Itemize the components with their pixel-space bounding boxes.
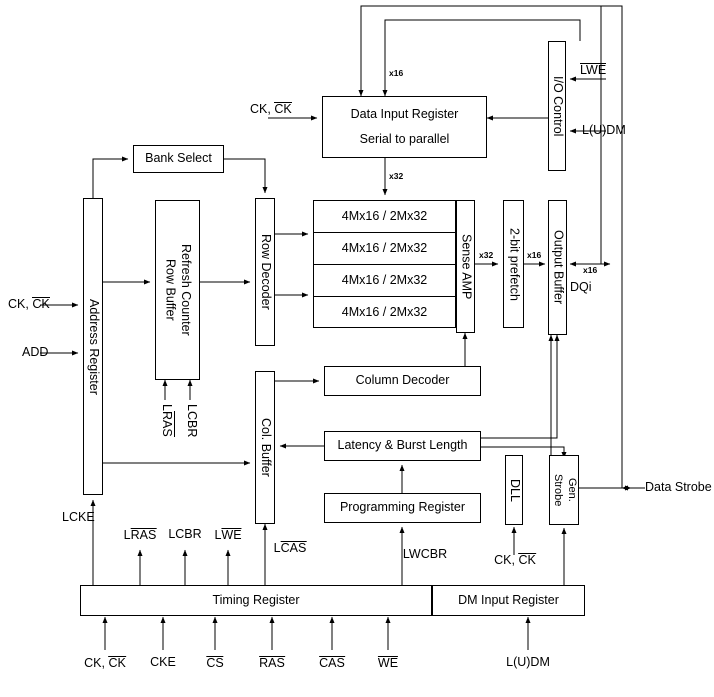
row-decoder-label: Row Decoder xyxy=(258,234,273,310)
block-io-control[interactable]: I/O Control xyxy=(548,41,566,171)
ck-bottom-prefix: CK, xyxy=(84,656,109,670)
bus-width-din-x16: x16 xyxy=(389,68,404,78)
address-register-label: Address Register xyxy=(86,298,101,395)
memory-bank-row[interactable]: 4Mx16 / 2Mx32 xyxy=(314,265,455,297)
block-sense-amp[interactable]: Sense AMP xyxy=(456,200,475,333)
signal-ras: RAS xyxy=(259,656,285,671)
signal-lcke: LCKE xyxy=(62,510,95,524)
signal-lras-timing: LRAS xyxy=(124,528,157,543)
block-bank-select[interactable]: Bank Select xyxy=(133,145,224,173)
block-dm-input-register[interactable]: DM Input Register xyxy=(432,585,585,616)
signal-lwe-timing: LWE xyxy=(214,528,242,543)
ck-dll-bar: CK xyxy=(518,553,536,567)
signal-ludm-io: L(U)DM xyxy=(582,123,626,137)
ck-left-bar: CK xyxy=(32,297,50,311)
block-2bit-prefetch[interactable]: 2-bit prefetch xyxy=(503,200,524,328)
lwe-timing-prefix: L xyxy=(214,528,222,542)
strobe-gen-line1: Strobe xyxy=(552,473,564,507)
signal-add: ADD xyxy=(22,345,49,359)
signal-lras-refresh: LRAS xyxy=(159,404,175,437)
block-refresh-counter-row-buffer[interactable]: Row Buffer Refresh Counter xyxy=(155,200,200,380)
dll-label: DLL xyxy=(507,478,522,502)
block-output-buffer[interactable]: Output Buffer xyxy=(548,200,567,335)
lras-refresh-prefix: L xyxy=(159,404,174,411)
memory-bank-label: 4Mx16 / 2Mx32 xyxy=(341,208,428,223)
lras-timing-prefix: L xyxy=(123,528,131,542)
signal-ludm-bottom: L(U)DM xyxy=(506,655,550,669)
ck-bottom-bar: CK xyxy=(108,656,126,670)
block-diagram-canvas: Data Input Register Serial to parallel I… xyxy=(0,0,714,697)
ck-top-prefix: CK, xyxy=(250,102,275,116)
signal-we: WE xyxy=(377,656,399,671)
signal-lcbr-timing: LCBR xyxy=(168,527,202,541)
data-input-register-line1: Data Input Register xyxy=(350,106,459,121)
memory-bank-row[interactable]: 4Mx16 / 2Mx32 xyxy=(314,297,455,329)
ck-dll-prefix: CK, xyxy=(494,553,519,567)
data-input-register-line2: Serial to parallel xyxy=(359,131,450,146)
timing-register-label: Timing Register xyxy=(212,592,300,607)
signal-lcas-timing: LCAS xyxy=(274,541,307,556)
signal-data-strobe: Data Strobe xyxy=(645,480,712,494)
col-buffer-label: Col. Buffer xyxy=(258,418,273,477)
dm-input-register-label: DM Input Register xyxy=(458,592,559,607)
signal-cs: CS xyxy=(206,656,224,671)
memory-bank-row[interactable]: 4Mx16 / 2Mx32 xyxy=(314,201,455,233)
block-memory-array[interactable]: 4Mx16 / 2Mx32 4Mx16 / 2Mx32 4Mx16 / 2Mx3… xyxy=(313,200,456,328)
lcas-timing-bar: CAS xyxy=(280,541,307,555)
lras-timing-bar: RAS xyxy=(130,528,157,542)
cas-bar: CAS xyxy=(319,656,345,670)
block-col-buffer[interactable]: Col. Buffer xyxy=(255,371,275,524)
block-column-decoder[interactable]: Column Decoder xyxy=(324,366,481,396)
signal-ck-left: CK, CK xyxy=(8,297,50,312)
signal-lcbr-refresh: LCBR xyxy=(184,404,199,438)
memory-bank-label: 4Mx16 / 2Mx32 xyxy=(341,305,428,320)
block-programming-register[interactable]: Programming Register xyxy=(324,493,481,523)
prefetch-label: 2-bit prefetch xyxy=(507,227,522,301)
block-row-decoder[interactable]: Row Decoder xyxy=(255,198,275,346)
memory-bank-row[interactable]: 4Mx16 / 2Mx32 xyxy=(314,233,455,265)
lwe-timing-bar: WE xyxy=(221,528,242,542)
block-timing-register[interactable]: Timing Register xyxy=(80,585,432,616)
block-data-input-register[interactable]: Data Input Register Serial to parallel xyxy=(322,96,487,158)
we-bar: WE xyxy=(377,656,399,670)
column-decoder-label: Column Decoder xyxy=(355,373,450,388)
block-strobe-gen[interactable]: Strobe Gen. xyxy=(549,455,579,525)
signal-ck-dll: CK, CK xyxy=(494,553,536,568)
bus-width-dq-x16: x16 xyxy=(583,265,598,275)
signal-ck-top: CK, CK xyxy=(250,102,292,117)
signal-cke: CKE xyxy=(150,655,176,669)
signal-ck-bottom: CK, CK xyxy=(84,656,126,671)
bus-width-sense-x32: x32 xyxy=(479,250,494,260)
latency-burst-label: Latency & Burst Length xyxy=(337,438,468,453)
sense-amp-label: Sense AMP xyxy=(459,233,474,300)
output-buffer-label: Output Buffer xyxy=(551,230,566,305)
block-dll[interactable]: DLL xyxy=(505,455,523,525)
signal-cas: CAS xyxy=(319,656,345,671)
refresh-counter-label: Refresh Counter xyxy=(179,244,194,336)
ras-bar: RAS xyxy=(259,656,285,670)
bus-width-prefetch-x16: x16 xyxy=(527,250,542,260)
block-address-register[interactable]: Address Register xyxy=(83,198,103,495)
ck-top-bar: CK xyxy=(274,102,292,116)
lcas-timing-prefix: L xyxy=(273,541,281,555)
memory-bank-label: 4Mx16 / 2Mx32 xyxy=(341,272,428,287)
lwe-io-bar: LWE xyxy=(580,63,607,77)
memory-bank-label: 4Mx16 / 2Mx32 xyxy=(341,240,428,255)
block-latency-burst-length[interactable]: Latency & Burst Length xyxy=(324,431,481,461)
signal-dqi: DQi xyxy=(570,280,592,294)
bank-select-label: Bank Select xyxy=(145,151,212,166)
lras-refresh-bar: RAS xyxy=(159,410,175,437)
ck-left-prefix: CK, xyxy=(8,297,33,311)
bus-width-din-x32: x32 xyxy=(389,171,404,181)
signal-lwcbr: LWCBR xyxy=(402,547,448,561)
cs-bar: CS xyxy=(206,656,224,670)
strobe-gen-line2: Gen. xyxy=(565,478,578,502)
row-buffer-label: Row Buffer xyxy=(163,259,178,321)
programming-register-label: Programming Register xyxy=(339,500,466,515)
io-control-label: I/O Control xyxy=(550,75,565,137)
signal-lwe-io: LWE xyxy=(580,63,607,78)
